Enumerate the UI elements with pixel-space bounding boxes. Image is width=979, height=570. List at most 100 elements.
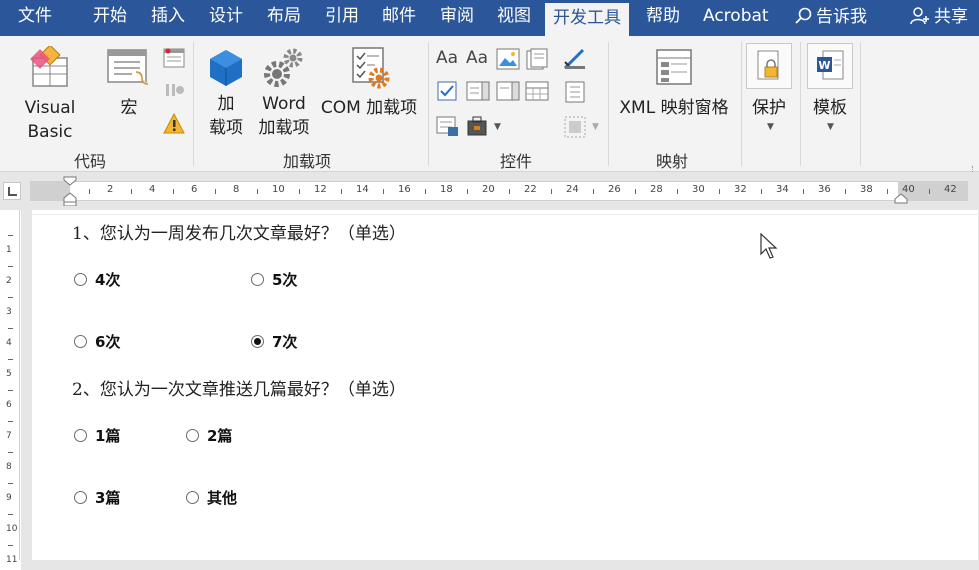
vertical-ruler-number: 8 — [6, 462, 12, 472]
vertical-ruler-tick — [8, 421, 13, 422]
addins-group-label: 加载项 — [283, 152, 332, 171]
option-label: 1篇 — [95, 427, 121, 445]
tab-design[interactable]: 设计 — [209, 0, 243, 36]
q2-option-3[interactable]: 3篇 — [74, 487, 120, 508]
ruler-tick — [803, 189, 804, 194]
q1-option-6[interactable]: 6次 — [74, 331, 120, 352]
xml-mapping-pane-button[interactable]: XML 映射窗格 — [612, 46, 736, 120]
horizontal-ruler[interactable]: 2 4 6 8 10 12 14 16 18 20 22 24 26 28 30 32 34 36 38 40 42 — [30, 176, 968, 206]
ruler-number: 18 — [440, 184, 453, 195]
q2-option-2[interactable]: 2篇 — [186, 425, 232, 446]
vertical-ruler[interactable]: 1 2 3 4 5 6 7 8 9 10 11 — [0, 210, 20, 565]
radio-button[interactable] — [74, 273, 87, 286]
word-addins-button[interactable]: Word 加载项 — [254, 46, 314, 140]
ruler-tick — [383, 189, 384, 194]
tab-file[interactable]: 文件 — [18, 0, 52, 36]
legacy-tools-dropdown-arrow[interactable]: ▼ — [494, 122, 501, 132]
tab-help[interactable]: 帮助 — [646, 0, 680, 36]
properties-icon[interactable] — [563, 80, 587, 104]
combo-box-control-icon[interactable] — [466, 80, 490, 102]
share-button[interactable]: 共享 — [910, 0, 968, 36]
q1-option-7[interactable]: 7次 — [251, 331, 297, 352]
templates-button[interactable]: W 模板 — [807, 48, 853, 120]
picture-control-icon[interactable] — [496, 48, 520, 70]
tab-developer[interactable]: 开发工具 — [545, 3, 629, 36]
templates-label: 模板 — [813, 98, 847, 118]
rich-text-control-icon[interactable]: Aa — [436, 48, 458, 68]
page-top-border — [32, 214, 978, 215]
macro-security-warning-icon[interactable] — [163, 113, 185, 135]
building-block-control-icon[interactable] — [525, 48, 549, 70]
word-template-icon: W — [817, 50, 844, 80]
templates-dropdown-arrow[interactable]: ▼ — [827, 122, 834, 132]
radio-button[interactable] — [74, 429, 87, 442]
vertical-ruler-tick — [8, 359, 13, 360]
q1-option-5[interactable]: 5次 — [251, 269, 297, 290]
gears-icon — [264, 48, 303, 87]
ruler-number: 24 — [566, 184, 579, 195]
addins-cube-icon — [210, 50, 242, 86]
tab-mailings[interactable]: 邮件 — [382, 0, 416, 36]
group-controls-icon[interactable] — [563, 115, 589, 139]
radio-button-selected[interactable] — [251, 335, 264, 348]
visual-basic-button[interactable]: Visual Basic — [0, 46, 100, 144]
dropdown-list-control-icon[interactable] — [496, 80, 520, 102]
ruler-number: 26 — [608, 184, 621, 195]
group-dropdown-arrow[interactable]: ▼ — [592, 122, 599, 132]
ruler-number: 32 — [734, 184, 747, 195]
group-separator — [800, 42, 801, 166]
radio-button[interactable] — [74, 491, 87, 504]
legacy-tools-icon[interactable] — [466, 115, 494, 137]
vertical-ruler-tick — [8, 452, 13, 453]
ruler-tick — [887, 189, 888, 194]
ruler-tick — [509, 189, 510, 194]
mapping-group-label: 映射 — [656, 152, 689, 171]
com-addins-icon — [352, 47, 390, 89]
radio-button[interactable] — [251, 273, 264, 286]
tab-selector[interactable] — [3, 182, 21, 200]
tab-references[interactable]: 引用 — [325, 0, 359, 36]
tab-review[interactable]: 审阅 — [440, 0, 474, 36]
vertical-ruler-tick — [8, 514, 13, 515]
radio-button[interactable] — [186, 491, 199, 504]
date-picker-control-icon[interactable] — [525, 80, 549, 102]
group-separator — [741, 42, 742, 166]
radio-button[interactable] — [74, 335, 87, 348]
macros-label: 宏 — [120, 98, 138, 118]
com-addins-button[interactable]: COM 加载项 — [314, 46, 424, 120]
ruler-number: 16 — [398, 184, 411, 195]
plain-text-control-icon[interactable]: Aa — [466, 48, 488, 68]
record-macro-icon[interactable] — [163, 48, 185, 68]
checkbox-control-icon[interactable] — [436, 80, 458, 102]
ruler-number: 14 — [356, 184, 369, 195]
share-label: 共享 — [934, 7, 968, 27]
design-mode-icon[interactable] — [563, 48, 587, 70]
ruler-number: 6 — [191, 184, 198, 195]
tab-insert[interactable]: 插入 — [151, 0, 185, 36]
pause-recording-icon[interactable] — [163, 80, 185, 100]
tab-layout[interactable]: 布局 — [267, 0, 301, 36]
tell-me-box[interactable]: 告诉我 — [794, 0, 867, 36]
repeating-section-control-icon[interactable] — [436, 115, 460, 137]
ruler-tick — [593, 189, 594, 194]
ruler-number: 42 — [944, 184, 957, 195]
protect-dropdown-arrow[interactable]: ▼ — [767, 122, 774, 132]
vertical-ruler-number: 2 — [6, 276, 12, 286]
macros-button[interactable]: 宏 — [104, 46, 154, 120]
q1-option-4[interactable]: 4次 — [74, 269, 120, 290]
option-label: 3篇 — [95, 489, 121, 507]
q2-option-other[interactable]: 其他 — [186, 487, 237, 508]
addins-label-line1: 加 — [217, 94, 235, 114]
com-addins-label: COM 加载项 — [320, 98, 418, 118]
protect-button[interactable]: 保护 — [746, 48, 792, 120]
radio-button[interactable] — [186, 429, 199, 442]
ruler-number: 38 — [860, 184, 873, 195]
tab-view[interactable]: 视图 — [497, 0, 531, 36]
tab-acrobat[interactable]: Acrobat — [703, 0, 769, 36]
addins-button[interactable]: 加 载项 — [202, 46, 250, 140]
xml-mapping-pane-label: XML 映射窗格 — [619, 98, 729, 118]
indent-markers-icon[interactable] — [63, 176, 77, 206]
tab-home[interactable]: 开始 — [93, 0, 127, 36]
q2-option-1[interactable]: 1篇 — [74, 425, 120, 446]
vertical-ruler-number: 7 — [6, 431, 12, 441]
